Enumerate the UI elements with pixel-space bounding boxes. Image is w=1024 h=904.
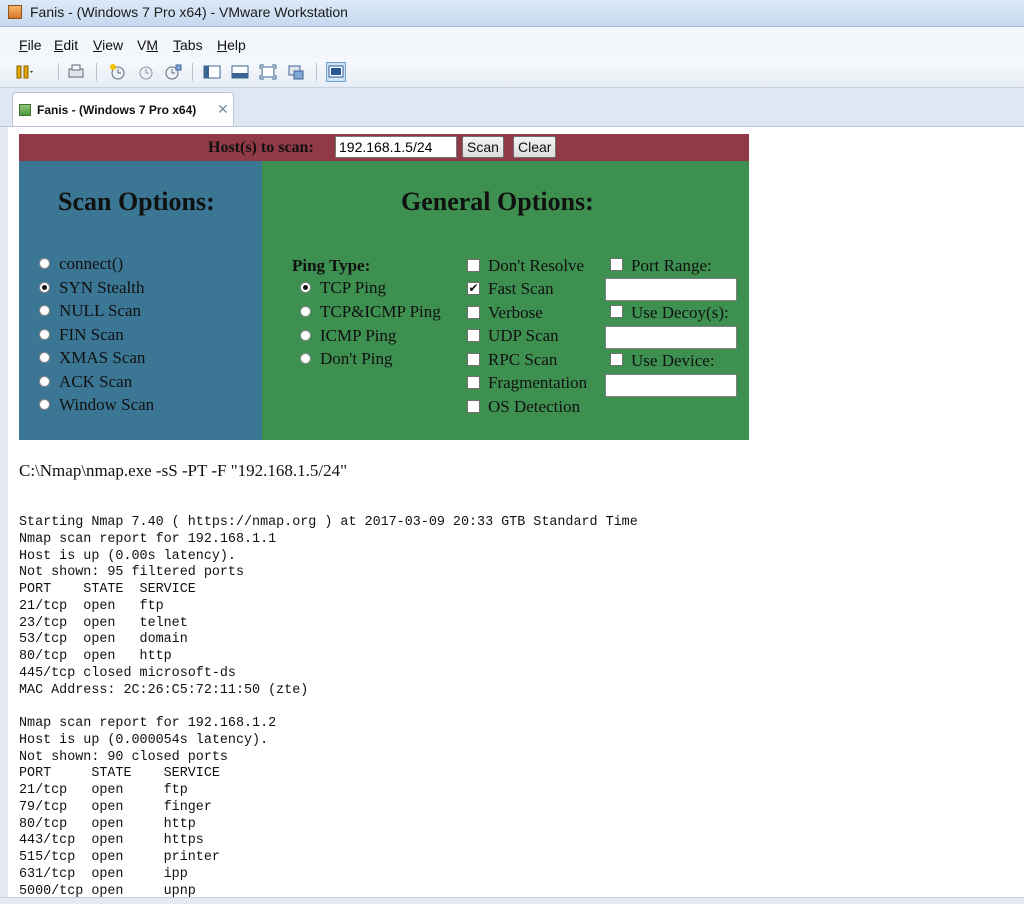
console-left-edge (0, 127, 8, 904)
scan-output: Starting Nmap 7.40 ( https://nmap.org ) … (19, 515, 638, 899)
vm-console[interactable]: Host(s) to scan: Scan Clear Scan Options… (0, 127, 1024, 904)
radio-icmp-ping[interactable] (300, 330, 311, 341)
window-title: Fanis - (Windows 7 Pro x64) - VMware Wor… (30, 4, 348, 20)
scan-option-label: FIN Scan (59, 325, 124, 344)
send-ctrl-alt-del-icon[interactable] (66, 62, 86, 82)
menu-vm[interactable]: VM (137, 37, 158, 53)
general-option-label: OS Detection (488, 397, 581, 416)
snapshot-icon[interactable] (108, 62, 128, 82)
title-bar: Fanis - (Windows 7 Pro x64) - VMware Wor… (0, 0, 1024, 27)
close-tab-icon[interactable]: ✕ (217, 101, 229, 118)
general-options-panel: General Options: Ping Type: TCP Ping TCP… (262, 161, 749, 440)
checkbox-dont-resolve[interactable] (467, 259, 480, 272)
checkbox-udp-scan[interactable] (467, 329, 480, 342)
toolbar (0, 59, 1024, 88)
revert-snapshot-icon[interactable] (136, 62, 156, 82)
menu-file[interactable]: File (19, 37, 42, 53)
device-input[interactable] (605, 374, 737, 397)
general-option-label: Verbose (488, 303, 543, 322)
console-view-icon[interactable] (326, 62, 346, 82)
decoy-label: Use Decoy(s): (631, 303, 729, 322)
ping-type-option-label: Don't Ping (320, 349, 393, 368)
checkbox-fragmentation[interactable] (467, 376, 480, 389)
vm-icon (19, 104, 31, 116)
general-options-title: General Options: (401, 187, 594, 216)
scan-option-label: Window Scan (59, 395, 155, 414)
ping-type-option-label: TCP Ping (320, 278, 386, 297)
ping-type-label: Ping Type: (292, 256, 371, 275)
scan-options-title: Scan Options: (58, 187, 215, 216)
radio-fin-scan[interactable] (39, 329, 50, 340)
checkbox-port-range[interactable] (610, 258, 623, 271)
full-screen-icon[interactable] (258, 62, 278, 82)
pause-icon[interactable] (14, 62, 34, 82)
unity-icon[interactable] (286, 62, 306, 82)
scan-option-label: ACK Scan (59, 372, 133, 391)
tab-vm[interactable]: Fanis - (Windows 7 Pro x64) ✕ (12, 92, 234, 126)
snapshot-manager-icon[interactable] (163, 62, 183, 82)
toolbar-separator (316, 63, 317, 81)
checkbox-use-device[interactable] (610, 353, 623, 366)
ping-type-option-label: ICMP Ping (320, 326, 397, 345)
decoy-input[interactable] (605, 326, 737, 349)
scan-option-label: connect() (59, 254, 124, 273)
ping-type-option-label: TCP&ICMP Ping (320, 302, 441, 321)
console-bottom-edge (0, 897, 1024, 904)
scan-option-label: NULL Scan (59, 301, 141, 320)
radio-xmas-scan[interactable] (39, 352, 50, 363)
radio-syn-stealth[interactable] (39, 282, 50, 293)
scan-button[interactable]: Scan (462, 136, 504, 158)
menu-tabs[interactable]: Tabs (173, 37, 203, 53)
checkbox-verbose[interactable] (467, 306, 480, 319)
general-option-label: UDP Scan (488, 326, 559, 345)
radio-tcp-ping[interactable] (300, 282, 311, 293)
tab-strip: Fanis - (Windows 7 Pro x64) ✕ (0, 88, 1024, 127)
port-range-input[interactable] (605, 278, 737, 301)
scan-option-label: SYN Stealth (59, 278, 145, 297)
host-bar: Host(s) to scan: Scan Clear (19, 134, 749, 161)
show-library-icon[interactable] (202, 62, 222, 82)
checkbox-rpc-scan[interactable] (467, 353, 480, 366)
vmware-app-icon (8, 5, 22, 19)
radio-connect[interactable] (39, 258, 50, 269)
device-label: Use Device: (631, 351, 715, 370)
scan-options-panel: Scan Options: connect() SYN Stealth NULL… (19, 161, 262, 440)
general-option-label: Fast Scan (488, 279, 554, 298)
general-option-label: Don't Resolve (488, 256, 585, 275)
general-option-label: Fragmentation (488, 373, 588, 392)
radio-window-scan[interactable] (39, 399, 50, 410)
scan-option-label: XMAS Scan (59, 348, 146, 367)
radio-dont-ping[interactable] (300, 353, 311, 364)
port-range-label: Port Range: (631, 256, 712, 275)
checkbox-fast-scan[interactable]: ✔ (467, 282, 480, 295)
host-input[interactable] (335, 136, 457, 158)
checkbox-os-detection[interactable] (467, 400, 480, 413)
thumbnail-bar-icon[interactable] (230, 62, 250, 82)
command-line: C:\Nmap\nmap.exe -sS -PT -F "192.168.1.5… (19, 461, 348, 480)
checkbox-use-decoy[interactable] (610, 305, 623, 318)
clear-button[interactable]: Clear (513, 136, 557, 158)
toolbar-separator (58, 63, 59, 81)
menu-view[interactable]: View (93, 37, 123, 53)
menu-help[interactable]: Help (217, 37, 246, 53)
radio-tcp-icmp-ping[interactable] (300, 306, 311, 317)
radio-ack-scan[interactable] (39, 376, 50, 387)
host-label: Host(s) to scan: (208, 139, 314, 156)
toolbar-separator (96, 63, 97, 81)
tab-label: Fanis - (Windows 7 Pro x64) (37, 103, 197, 117)
menu-bar: File Edit View VM Tabs Help (0, 27, 1024, 59)
menu-edit[interactable]: Edit (54, 37, 78, 53)
general-option-label: RPC Scan (488, 350, 558, 369)
radio-null-scan[interactable] (39, 305, 50, 316)
toolbar-separator (192, 63, 193, 81)
